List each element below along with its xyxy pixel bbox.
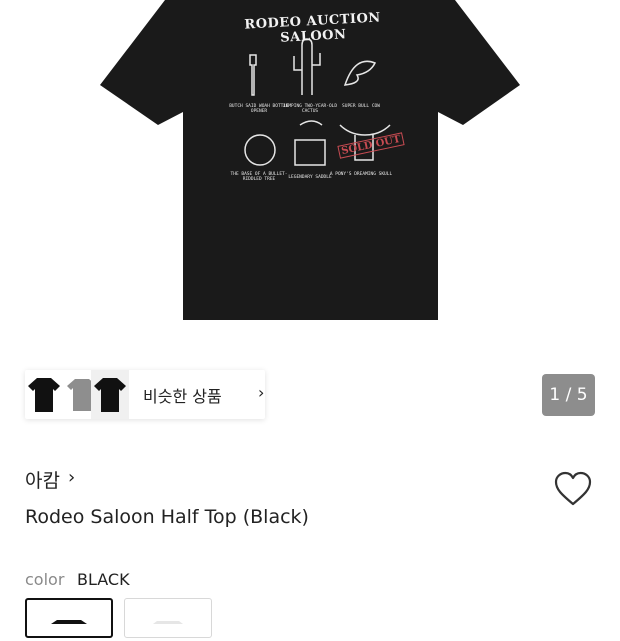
similar-thumb-black-2 bbox=[91, 370, 129, 419]
wishlist-heart-icon[interactable] bbox=[553, 470, 593, 508]
print-caption: A PONY'S DREAMING SKULL bbox=[329, 172, 393, 177]
product-image[interactable]: RODEO AUCTION SALOON BUTCH SAID WOAH BOT… bbox=[0, 0, 620, 350]
color-value: BLACK bbox=[77, 570, 130, 589]
color-swatch-white[interactable] bbox=[124, 598, 212, 638]
similar-products-button[interactable]: 비슷한 상품 › bbox=[25, 370, 265, 419]
chevron-right-icon: › bbox=[68, 467, 76, 488]
chevron-right-icon: › bbox=[258, 383, 265, 402]
similar-products-label: 비슷한 상품 bbox=[143, 387, 222, 406]
print-caption: SUPER BULL COW bbox=[342, 104, 380, 109]
color-label: color bbox=[25, 570, 65, 589]
similar-thumb-black bbox=[25, 370, 63, 419]
product-title: Rodeo Saloon Half Top (Black) bbox=[25, 506, 309, 528]
brand-link[interactable]: 아캄 bbox=[25, 466, 60, 493]
color-swatch-black[interactable] bbox=[25, 598, 113, 638]
image-counter: 1 / 5 bbox=[542, 374, 595, 416]
